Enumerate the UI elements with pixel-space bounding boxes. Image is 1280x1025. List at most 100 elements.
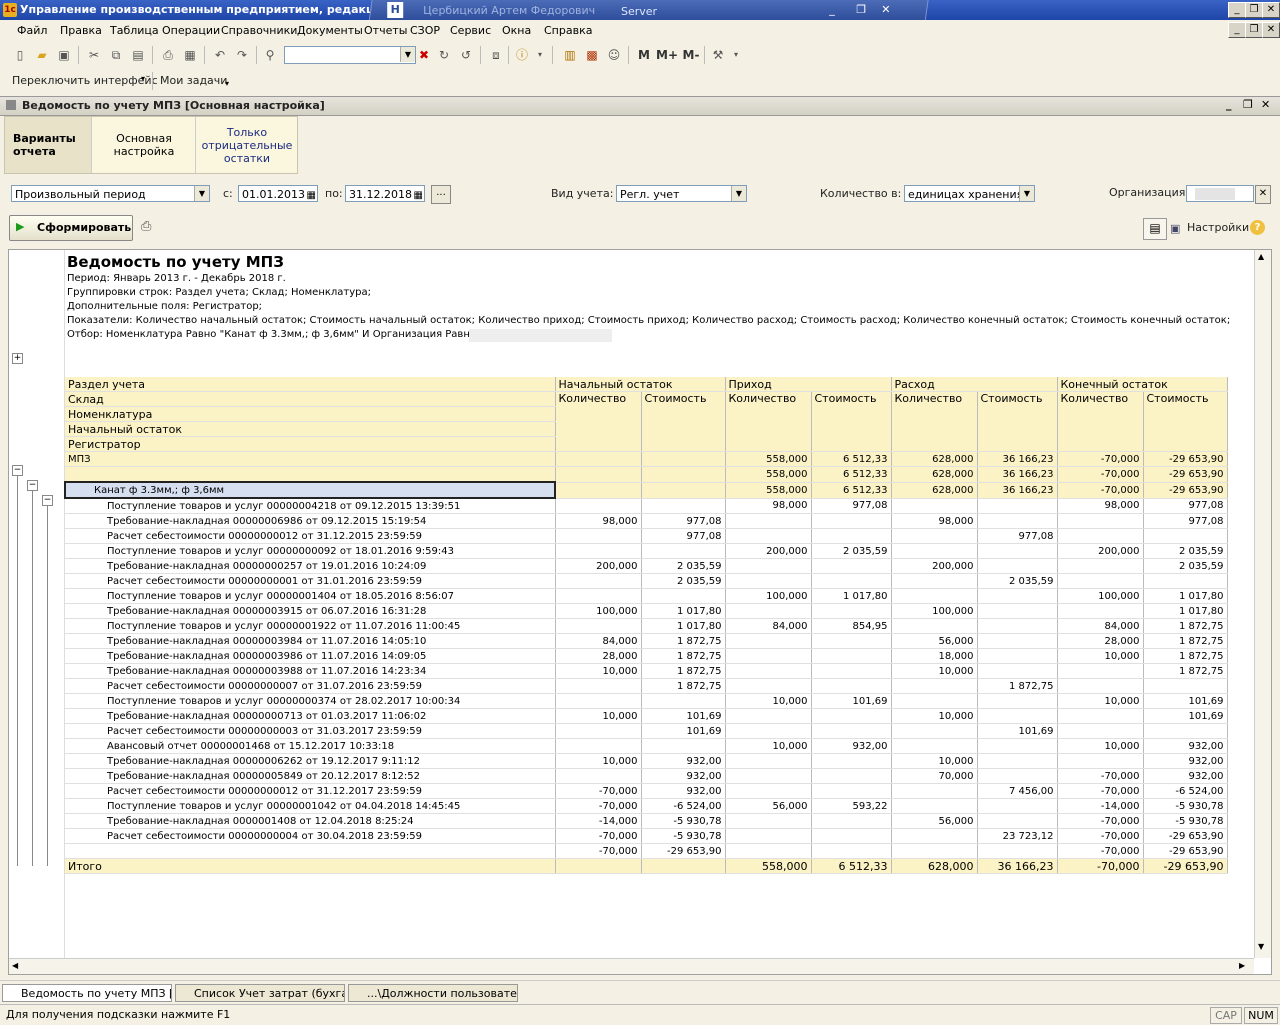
table-row[interactable]: Поступление товаров и услуг 00000000092 … xyxy=(65,543,1228,559)
chevron-down-icon[interactable]: ▾ xyxy=(225,79,229,88)
table-row[interactable]: Авансовый отчет 00000001468 от 15.12.201… xyxy=(65,738,1228,754)
table-row[interactable]: МПЗ 558,000 6 512,33 628,000 36 166,23 -70,00… xyxy=(65,451,1228,467)
table-row[interactable]: Требование-накладная 00000005849 от 20.1… xyxy=(65,768,1228,784)
chevron-down-icon[interactable]: ▾ xyxy=(141,74,145,83)
menu-help[interactable]: Справка xyxy=(544,24,592,37)
windows-icon[interactable]: ⧈ xyxy=(488,47,504,63)
remote-minimize-button[interactable]: _ xyxy=(829,3,835,16)
print-settings-icon[interactable]: ⎙ xyxy=(141,219,151,234)
table-row[interactable]: Поступление товаров и услуг 00000004218 … xyxy=(65,498,1228,514)
table-row[interactable]: Поступление товаров и услуг 00000000374 … xyxy=(65,693,1228,709)
task-cost-list[interactable]: Список Учет затрат (бухгал... xyxy=(175,984,345,1002)
print-icon[interactable]: ⎙ xyxy=(160,47,176,63)
menu-table[interactable]: Таблица xyxy=(110,24,159,37)
table-row[interactable]: Требование-накладная 00000006262 от 19.1… xyxy=(65,753,1228,769)
restore-button[interactable]: ❐ xyxy=(1245,2,1263,18)
scroll-left-icon[interactable]: ◀ xyxy=(12,961,18,970)
table-row[interactable]: Требование-накладная 00000003986 от 11.0… xyxy=(65,648,1228,664)
horizontal-scrollbar[interactable]: ◀ ▶ xyxy=(9,958,1254,974)
clear-organization-button[interactable]: ✕ xyxy=(1255,185,1271,204)
toolbar-search-input[interactable]: ▼ xyxy=(284,46,416,64)
to-date-field[interactable]: 31.12.2018 ▦ xyxy=(345,185,425,202)
table-row[interactable]: Расчет себестоимости 00000000007 от 31.0… xyxy=(65,678,1228,694)
search-icon[interactable]: ⚲ xyxy=(262,47,278,63)
memory-m-button[interactable]: M xyxy=(636,47,652,63)
table-row[interactable]: Требование-накладная 00000003988 от 11.0… xyxy=(65,663,1228,679)
tools-icon[interactable]: ⚒ xyxy=(710,47,726,63)
scroll-down-icon[interactable]: ▼ xyxy=(1258,942,1264,951)
memory-plus-button[interactable]: M+ xyxy=(656,47,678,63)
undo-icon[interactable]: ↶ xyxy=(212,47,228,63)
clear-search-icon[interactable]: ✖ xyxy=(416,47,432,63)
expand-header-icon[interactable]: + xyxy=(12,353,23,364)
menu-references[interactable]: Справочники xyxy=(221,24,297,37)
table-row[interactable]: Требование-накладная 00000003984 от 11.0… xyxy=(65,633,1228,649)
chevron-down-icon[interactable]: ▼ xyxy=(731,186,746,201)
total-row[interactable]: Итого 558,000 6 512,33 628,000 36 166,23 -70,… xyxy=(65,858,1228,874)
menu-reports[interactable]: Отчеты xyxy=(364,24,407,37)
chevron-down-icon[interactable]: ▾ xyxy=(728,47,744,63)
table-row[interactable]: Требование-накладная 00000006986 от 09.1… xyxy=(65,513,1228,529)
report-close-button[interactable]: ✕ xyxy=(1261,98,1270,111)
copy-icon[interactable]: ⧉ xyxy=(108,47,124,63)
save-icon[interactable]: ▣ xyxy=(56,47,72,63)
table-row[interactable]: Поступление товаров и услуг 00000001042 … xyxy=(65,798,1228,814)
table-row[interactable]: Поступление товаров и услуг 00000001404 … xyxy=(65,588,1228,604)
period-select-button[interactable]: ... xyxy=(431,185,451,204)
qty-unit-select[interactable]: единицах хранения ▼ xyxy=(904,185,1035,202)
table-row[interactable]: Требование-накладная 0000001408 от 12.04… xyxy=(65,813,1228,829)
report-spreadsheet[interactable]: + − − − Ведомость по учету МПЗ Период: Янв… xyxy=(8,249,1272,975)
calculator-icon[interactable]: ▥ xyxy=(562,47,578,63)
from-date-field[interactable]: 01.01.2013 ▦ xyxy=(238,185,318,202)
period-type-select[interactable]: Произвольный период ▼ xyxy=(11,185,210,202)
table-row[interactable]: 558,000 6 512,33 628,000 36 166,23 -70,000 -2… xyxy=(65,466,1228,483)
settings-button[interactable]: Настройки xyxy=(1187,221,1249,234)
mdi-minimize-button[interactable]: _ xyxy=(1228,22,1246,38)
cut-icon[interactable]: ✂ xyxy=(86,47,102,63)
report-restore-button[interactable]: ❐ xyxy=(1243,98,1253,111)
mdi-close-button[interactable]: ✕ xyxy=(1262,22,1280,38)
table-row[interactable]: Расчет себестоимости 00000000004 от 30.0… xyxy=(65,828,1228,844)
paste-icon[interactable]: ▤ xyxy=(130,47,146,63)
chevron-down-icon[interactable]: ▼ xyxy=(194,186,209,201)
table-row[interactable]: Требование-накладная 00000000257 от 19.0… xyxy=(65,558,1228,574)
table-row[interactable]: Поступление товаров и услуг 00000001922 … xyxy=(65,618,1228,634)
my-tasks-button[interactable]: Мои задачи xyxy=(160,74,227,87)
tab-negative-balances[interactable]: Только отрицательные остатки xyxy=(195,117,298,173)
account-type-select[interactable]: Регл. учет ▼ xyxy=(616,185,747,202)
minimize-button[interactable]: _ xyxy=(1228,2,1246,18)
vertical-scrollbar[interactable]: ▲ ▼ xyxy=(1254,250,1271,958)
menu-szor[interactable]: СЗОР xyxy=(410,24,440,37)
collapse-group-icon[interactable]: − xyxy=(42,495,53,506)
table-row[interactable]: Требование-накладная 00000000713 от 01.0… xyxy=(65,708,1228,724)
remote-restore-button[interactable]: ❐ xyxy=(856,3,866,16)
task-report-window[interactable]: Ведомость по учету МПЗ [О... xyxy=(2,984,172,1002)
table-row[interactable]: Расчет себестоимости 00000000012 от 31.1… xyxy=(65,528,1228,544)
redo-icon[interactable]: ↷ xyxy=(234,47,250,63)
table-row[interactable]: Расчет себестоимости 00000000003 от 31.0… xyxy=(65,723,1228,739)
tab-main-setting[interactable]: Основная настройка xyxy=(91,117,196,173)
close-button[interactable]: ✕ xyxy=(1262,2,1280,18)
chevron-down-icon[interactable]: ▼ xyxy=(1019,186,1034,201)
menu-edit[interactable]: Правка xyxy=(60,24,102,37)
switch-interface-button[interactable]: Переключить интерфейс xyxy=(12,74,158,87)
generate-report-button[interactable]: ▶ Сформировать xyxy=(9,215,133,241)
task-user-positions[interactable]: ...\Должности пользовател... xyxy=(348,984,518,1002)
find-next-icon[interactable]: ↻ xyxy=(436,47,452,63)
calendar-icon[interactable]: ▩ xyxy=(584,47,600,63)
settings-icon[interactable]: ▣ xyxy=(1170,222,1180,235)
find-prev-icon[interactable]: ↺ xyxy=(458,47,474,63)
collapse-group-icon[interactable]: − xyxy=(12,465,23,476)
report-minimize-button[interactable]: _ xyxy=(1226,98,1232,111)
remote-close-button[interactable]: ✕ xyxy=(881,3,890,16)
open-folder-icon[interactable]: ▰ xyxy=(34,47,50,63)
menu-service[interactable]: Сервис xyxy=(450,24,491,37)
menu-operations[interactable]: Операции xyxy=(162,24,220,37)
chevron-down-icon[interactable]: ▼ xyxy=(400,47,415,62)
scroll-up-icon[interactable]: ▲ xyxy=(1258,252,1264,261)
memory-minus-button[interactable]: M- xyxy=(680,47,702,63)
organization-field[interactable] xyxy=(1186,185,1254,202)
help-icon[interactable]: ? xyxy=(1250,220,1265,235)
calendar-icon[interactable]: ▦ xyxy=(414,187,423,201)
table-row[interactable]: Канат ф 3.3мм,; ф 3,6мм 558,000 6 512,33 62… xyxy=(64,481,1228,499)
